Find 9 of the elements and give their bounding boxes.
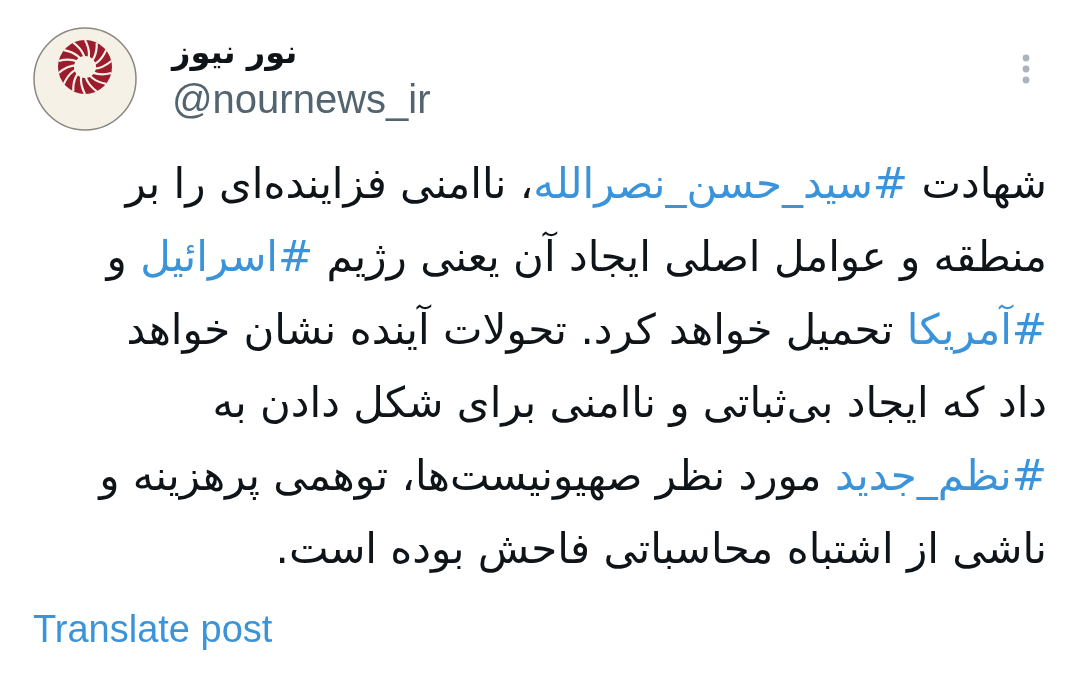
hashtag-link[interactable]: #آمریکا: [906, 305, 1047, 354]
display-name: نور نیوز: [172, 32, 298, 73]
hashtag-link[interactable]: #اسرائیل: [140, 232, 314, 281]
hashtag-link[interactable]: #سید_حسن_نصرالله: [533, 159, 909, 208]
hashtag-link[interactable]: #نظم_جدید: [834, 451, 1047, 500]
user-handle: @nournews_ir: [172, 76, 431, 123]
post-text: شهادت #سید_حسن_نصرالله، ناامنی فزاینده‌ای را بر منطقه و عوامل اصلی ایجاد آن یعنی رژیم #اسرائیل و #آمریکا تحمیل خواهد کرد. تحولات آینده نشان خواهد داد که ایجاد بی‌ثباتی و ناامنی برای شکل دادن به #نظم_جدید مورد نظر صهیونیست‌ها، توهمی پرهزینه و ناشی از اشتباه محاسباتی فاحش بوده است.: [96, 158, 1047, 575]
translate-link[interactable]: Translate post: [33, 607, 273, 651]
more-icon[interactable]: [1022, 54, 1030, 84]
